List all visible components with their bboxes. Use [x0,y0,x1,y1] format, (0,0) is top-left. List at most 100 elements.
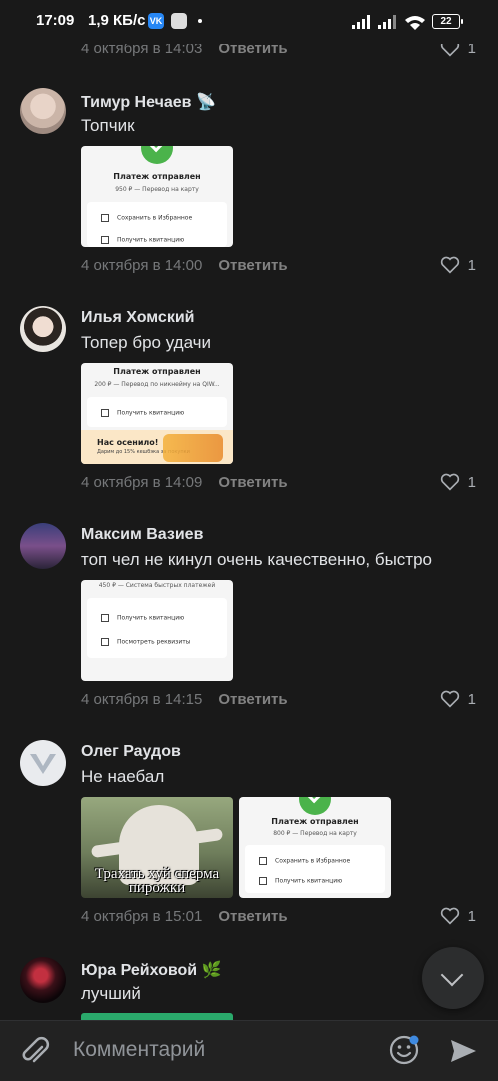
heart-icon [440,690,459,708]
vk-notification-icon: VK [148,13,164,29]
comment-meta: 4 октября в 14:15 Ответить [81,691,288,708]
leaf-emoji-icon: 🌿 [201,962,222,979]
author-name: Тимур Нечаев [81,94,192,111]
avatar[interactable] [20,88,66,134]
comment-meta: 4 октября в 14:09 Ответить [81,474,288,491]
comment-text: Не наебал [81,767,165,786]
author-name: Юра Рейховой [81,962,198,979]
comment-time: 4 октября в 15:01 [81,908,203,925]
comment-item: Тимур Нечаев 📡 Топчик Платеж отправлен 9… [0,80,498,280]
payment-actions: Получить квитанцию Посмотреть реквизиты [87,598,227,658]
payment-action-row: Получить квитанцию [259,877,342,885]
payment-action-row: Сохранить в Избранное [101,214,192,222]
like-button[interactable]: 1 [440,473,476,491]
like-button[interactable]: 1 [440,256,476,274]
comment-author[interactable]: Максим Вазиев [81,526,203,544]
default-avatar-icon [30,754,56,774]
comment-text: топ чел не кинул очень качественно, быст… [81,550,432,569]
more-notifications-icon [198,19,202,23]
payment-action-row: Получить квитанцию [101,409,184,417]
attachment-image[interactable]: 450 ₽ — Система быстрых платежей Получит… [81,580,233,681]
comment-item: Максим Вазиев топ чел не кинул очень кач… [0,514,498,714]
author-name: Олег Раудов [81,743,181,760]
like-count: 1 [467,690,476,708]
emoji-icon[interactable] [389,1035,419,1065]
status-speed: 1,9 КБ/с [88,12,146,29]
signal-icon [352,15,370,29]
comment-input[interactable]: Комментарий [73,1038,205,1062]
like-count: 1 [467,256,476,274]
check-icon [141,146,173,164]
promo-title: Нас осенило! [97,438,159,447]
comment-time: 4 октября в 14:15 [81,691,203,708]
chevron-down-icon [440,963,464,987]
avatar[interactable] [20,306,66,352]
avatar[interactable] [20,740,66,786]
signal-2-icon [378,15,396,29]
wifi-icon [405,16,425,30]
comment-text: Топер бро удачи [81,333,212,352]
list-icon [101,638,109,646]
receipt-icon [259,877,267,885]
receipt-icon [101,236,109,244]
author-name: Максим Вазиев [81,526,204,543]
payment-title: Платеж отправлен [113,367,201,376]
comment-author[interactable]: Илья Хомский [81,309,195,327]
attachment-image[interactable]: Платеж отправлен 950 ₽ — Перевод на карт… [81,146,233,247]
receipt-icon [101,409,109,417]
avatar[interactable] [20,957,66,1003]
like-button[interactable]: 1 [440,690,476,708]
payment-actions: Сохранить в Избранное Получить квитанцию [245,845,385,893]
payment-subtitle: 200 ₽ — Перевод по никнейму на QIW... [94,381,220,388]
satellite-emoji-icon: 📡 [195,94,216,111]
status-bar: 17:09 1,9 КБ/с VK 22 [0,0,498,44]
comment-time: 4 октября в 14:00 [81,257,203,274]
scroll-down-button[interactable] [422,947,484,1009]
promo-banner: Нас осенило! Дарим до 15% кешбэка за пок… [81,430,233,464]
payment-actions: Сохранить в Избранное Получить квитанцию [87,202,227,247]
status-time: 17:09 [36,12,75,29]
like-count: 1 [467,473,476,491]
reply-button[interactable]: Ответить [218,257,287,274]
comment-author[interactable]: Тимур Нечаев 📡 [81,92,216,112]
attachment-image[interactable]: Платеж отправлен 200 ₽ — Перевод по никн… [81,363,233,464]
reply-button[interactable]: Ответить [218,908,287,925]
like-count: 1 [467,907,476,925]
receipt-icon [101,614,109,622]
battery-icon: 22 [432,14,463,29]
payment-action-row: Получить квитанцию [101,614,184,622]
payment-subtitle: 950 ₽ — Перевод на карту [115,186,199,193]
promo-illustration [163,434,223,462]
payment-subtitle: 800 ₽ — Перевод на карту [273,830,357,837]
comment-time: 4 октября в 14:09 [81,474,203,491]
comment-text: Топчик [81,116,135,135]
heart-icon [440,473,459,491]
payment-actions: Получить квитанцию [87,397,227,427]
avatar[interactable] [20,523,66,569]
paperclip-icon[interactable] [20,1035,50,1067]
heart-icon [440,907,459,925]
reply-button[interactable]: Ответить [218,691,287,708]
heart-icon [440,256,459,274]
comment-meta: 4 октября в 14:00 Ответить [81,257,288,274]
attachment-image[interactable]: Платеж отправлен 800 ₽ — Перевод на карт… [239,797,391,898]
meme-caption: Трахать хуй сперма пирожки [94,866,220,896]
comment-item: Олег Раудов Не наебал Трахать хуй сперма… [0,731,498,931]
comment-text: лучший [81,984,141,1003]
meme-image[interactable]: Трахать хуй сперма пирожки [81,797,233,898]
comment-composer: Комментарий [0,1020,498,1081]
payment-subtitle: 450 ₽ — Система быстрых платежей [98,582,216,589]
like-button[interactable]: 1 [440,907,476,925]
comment-item: Илья Хомский Топер бро удачи Платеж отпр… [0,297,498,497]
comment-meta: 4 октября в 15:01 Ответить [81,908,288,925]
check-icon [299,797,331,815]
send-icon[interactable] [448,1036,478,1066]
star-icon [259,857,267,865]
payment-title: Платеж отправлен [113,172,201,181]
payment-action-row: Посмотреть реквизиты [101,638,191,646]
comment-author[interactable]: Олег Раудов [81,743,181,761]
comment-author[interactable]: Юра Рейховой 🌿 [81,960,222,980]
app-notification-icon [171,13,187,29]
payment-action-row: Сохранить в Избранное [259,857,350,865]
reply-button[interactable]: Ответить [218,474,287,491]
